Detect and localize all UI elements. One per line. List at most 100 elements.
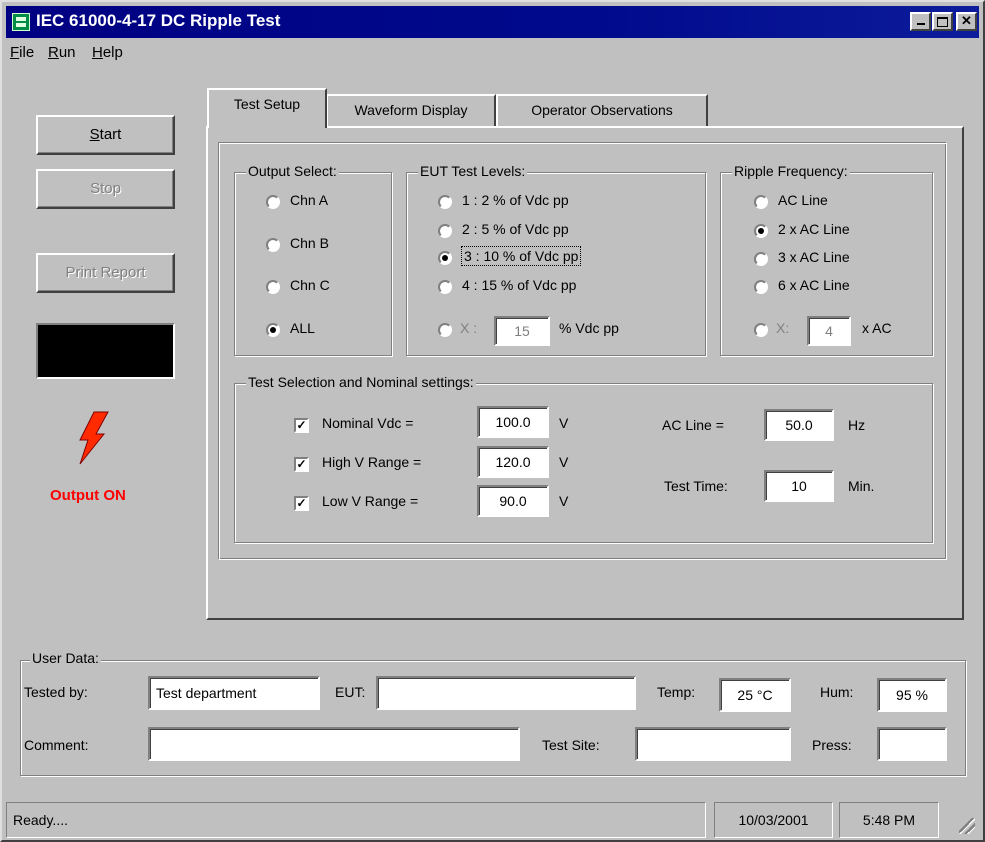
radio-all[interactable] <box>266 323 280 337</box>
menu-run-label: un <box>58 44 76 61</box>
radio-6x-ac-line-label: 6 x AC Line <box>778 277 850 293</box>
menu-run-mnemonic: R <box>48 44 59 61</box>
tab-operator-observations[interactable]: Operator Observations <box>496 94 708 126</box>
temp-input[interactable]: 25 °C <box>719 678 791 712</box>
test-site-input[interactable] <box>635 727 791 761</box>
start-label: tart <box>99 126 122 143</box>
eut-input[interactable] <box>376 676 636 710</box>
freq-custom-label: X: <box>776 320 790 336</box>
test-site-label: Test Site: <box>542 737 600 753</box>
radio-level-2[interactable] <box>438 224 452 238</box>
close-icon: ✕ <box>961 13 972 28</box>
minimize-icon <box>916 23 925 25</box>
high-v-range-checkbox[interactable]: ✓ <box>294 457 309 472</box>
radio-ac-line-label: AC Line <box>778 192 828 208</box>
level-custom-input[interactable]: 15 <box>494 316 550 346</box>
radio-2x-ac-line[interactable] <box>754 224 768 238</box>
comment-label: Comment: <box>24 737 89 753</box>
radio-chn-c[interactable] <box>266 280 280 294</box>
freq-custom-input[interactable]: 4 <box>807 316 851 346</box>
press-input[interactable] <box>877 727 947 761</box>
maximize-icon <box>937 17 948 27</box>
user-data-title: User Data: <box>30 650 101 666</box>
status-bar: Ready.... 10/03/2001 5:48 PM <box>6 802 979 838</box>
radio-3x-ac-line[interactable] <box>754 252 768 266</box>
print-report-button[interactable]: Print Report <box>36 253 175 293</box>
tested-by-input[interactable]: Test department <box>148 676 320 710</box>
resize-grip-icon[interactable] <box>959 818 975 834</box>
radio-all-label: ALL <box>290 320 315 336</box>
hum-label: Hum: <box>820 684 854 700</box>
press-label: Press: <box>812 737 852 753</box>
output-status-label: Output ON <box>50 487 126 504</box>
status-message: Ready.... <box>6 802 706 838</box>
radio-level-3[interactable] <box>438 251 452 265</box>
nominal-vdc-label: Nominal Vdc = <box>322 415 414 431</box>
close-button[interactable]: ✕ <box>956 12 977 31</box>
output-select-title: Output Select: <box>246 163 339 179</box>
tab-test-setup[interactable]: Test Setup <box>207 88 327 128</box>
radio-freq-custom[interactable] <box>754 323 768 337</box>
test-time-label: Test Time: <box>664 478 728 494</box>
low-v-range-label: Low V Range = <box>322 493 419 509</box>
menu-help-mnemonic: H <box>92 44 103 61</box>
radio-chn-a[interactable] <box>266 195 280 209</box>
ac-line-label: AC Line = <box>662 417 724 433</box>
ac-line-unit: Hz <box>848 417 866 433</box>
test-selection-title: Test Selection and Nominal settings: <box>246 374 476 390</box>
radio-level-4-label: 4 : 15 % of Vdc pp <box>462 277 577 293</box>
eut-test-levels-title: EUT Test Levels: <box>418 163 528 179</box>
radio-level-1-label: 1 : 2 % of Vdc pp <box>462 192 569 208</box>
radio-3x-ac-line-label: 3 x AC Line <box>778 249 850 265</box>
start-mnemonic: S <box>89 126 100 143</box>
radio-6x-ac-line[interactable] <box>754 280 768 294</box>
start-button[interactable]: Start <box>36 115 175 155</box>
low-v-range-checkbox[interactable]: ✓ <box>294 496 309 511</box>
high-v-range-unit: V <box>559 454 569 470</box>
output-indicator-display <box>36 323 175 379</box>
low-v-range-input[interactable]: 90.0 <box>477 485 549 517</box>
radio-2x-ac-line-label: 2 x AC Line <box>778 221 850 237</box>
window-title: IEC 61000-4-17 DC Ripple Test <box>36 11 281 30</box>
menu-file[interactable]: File <box>10 44 34 61</box>
high-v-range-input[interactable]: 120.0 <box>477 446 549 478</box>
radio-chn-c-label: Chn C <box>290 277 330 293</box>
stop-button[interactable]: Stop <box>36 169 175 209</box>
minimize-button[interactable] <box>910 12 931 31</box>
level-custom-label: X : <box>460 320 478 336</box>
freq-custom-unit: x AC <box>862 320 892 336</box>
radio-level-1[interactable] <box>438 195 452 209</box>
title-bar[interactable]: IEC 61000-4-17 DC Ripple Test ✕ <box>6 6 979 38</box>
main-window: IEC 61000-4-17 DC Ripple Test ✕ File Run… <box>0 0 985 842</box>
radio-level-3-label: 3 : 10 % of Vdc pp <box>460 246 582 266</box>
nominal-vdc-unit: V <box>559 415 569 431</box>
ripple-frequency-title: Ripple Frequency: <box>732 163 850 179</box>
menu-help[interactable]: Help <box>92 44 123 61</box>
high-v-range-label: High V Range = <box>322 454 422 470</box>
lightning-bolt-icon <box>79 411 109 465</box>
tested-by-label: Tested by: <box>24 684 88 700</box>
maximize-button[interactable] <box>932 12 953 31</box>
low-v-range-unit: V <box>559 493 569 509</box>
test-time-unit: Min. <box>848 478 875 494</box>
radio-chn-b[interactable] <box>266 238 280 252</box>
radio-level-2-label: 2 : 5 % of Vdc pp <box>462 221 569 237</box>
radio-level-4[interactable] <box>438 280 452 294</box>
tab-waveform-display[interactable]: Waveform Display <box>326 94 496 126</box>
radio-chn-a-label: Chn A <box>290 192 329 208</box>
radio-ac-line[interactable] <box>754 195 768 209</box>
nominal-vdc-checkbox[interactable]: ✓ <box>294 418 309 433</box>
menu-help-label: elp <box>102 44 123 61</box>
hum-input[interactable]: 95 % <box>877 678 947 712</box>
nominal-vdc-input[interactable]: 100.0 <box>477 406 549 438</box>
eut-label: EUT: <box>335 684 366 700</box>
menu-file-label: ile <box>19 44 35 61</box>
ac-line-input[interactable]: 50.0 <box>764 409 834 441</box>
temp-label: Temp: <box>657 684 696 700</box>
test-time-input[interactable]: 10 <box>764 470 834 502</box>
comment-input[interactable] <box>148 727 520 761</box>
status-time: 5:48 PM <box>839 802 939 838</box>
app-icon <box>12 13 30 31</box>
radio-level-custom[interactable] <box>438 323 452 337</box>
menu-run[interactable]: Run <box>48 44 76 61</box>
